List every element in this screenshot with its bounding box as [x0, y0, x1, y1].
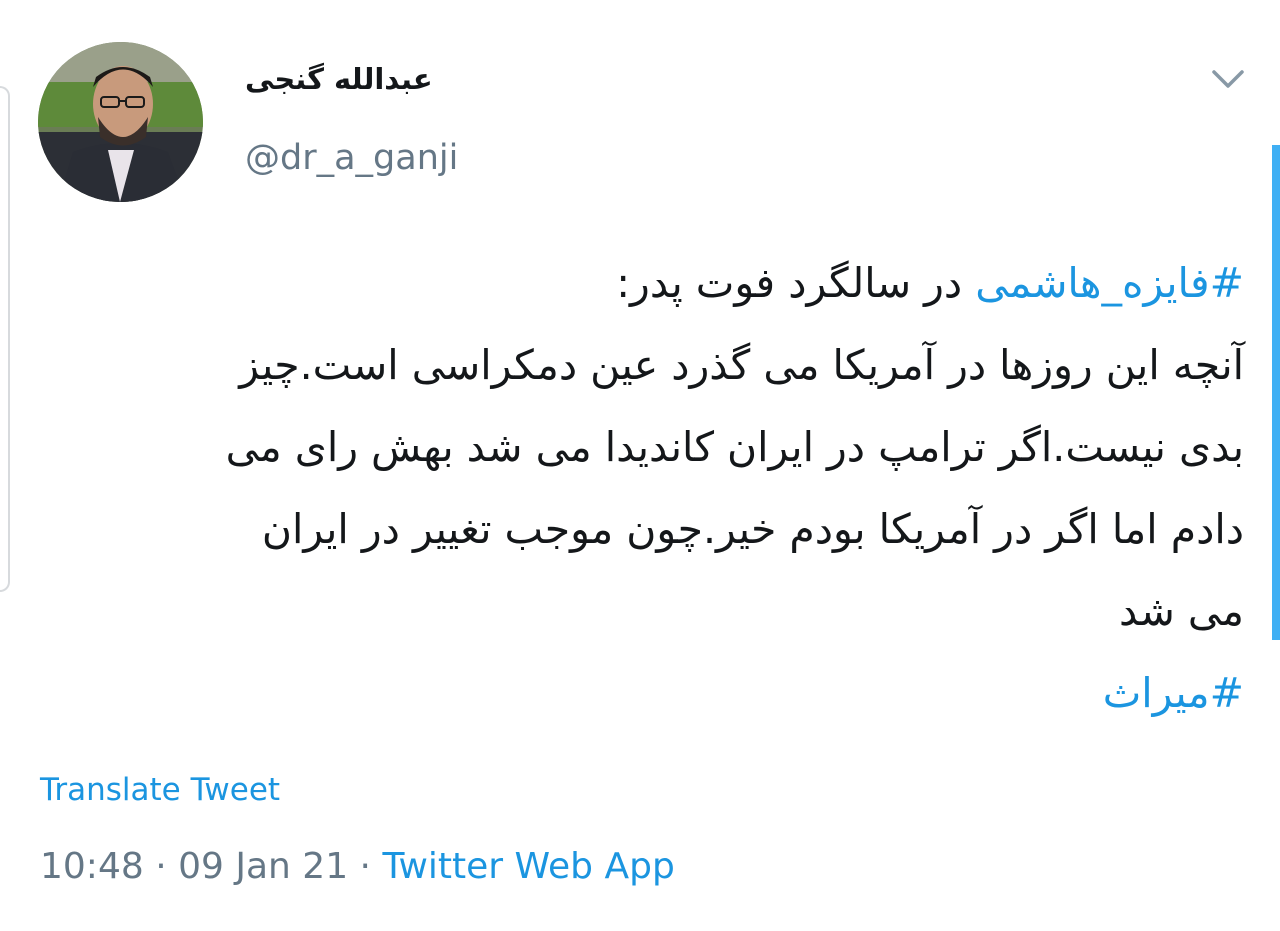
- tweet-text: #فایزه_هاشمی در سالگرد فوت پدر: آنچه این…: [44, 242, 1244, 734]
- meta-separator: ·: [143, 846, 179, 887]
- translate-tweet-link[interactable]: Translate Tweet: [40, 772, 280, 808]
- tweet-time[interactable]: 10:48: [40, 846, 144, 887]
- tweet-line-2: آنچه این روزها در آمریکا می گذرد عین دمک…: [239, 341, 1244, 389]
- tweet-line-4: دادم اما اگر در آمریکا بودم خیر.چون موجب…: [261, 505, 1244, 553]
- tweet-text-segment: در سالگرد فوت پدر:: [616, 259, 976, 307]
- tweet-line-6: #میراث: [44, 652, 1244, 734]
- tweet-meta: 10:48 · 09 Jan 21 · Twitter Web App: [40, 846, 675, 887]
- tweet-source-link[interactable]: Twitter Web App: [382, 846, 674, 887]
- tweet-date[interactable]: 09 Jan 21: [178, 846, 348, 887]
- user-handle[interactable]: @dr_a_ganji: [245, 138, 458, 178]
- hashtag-link[interactable]: #فایزه_هاشمی: [975, 259, 1244, 307]
- display-name[interactable]: عبدالله گنجی: [245, 62, 433, 96]
- meta-separator: ·: [348, 846, 383, 887]
- tweet-card: عبدالله گنجی @dr_a_ganji #فایزه_هاشمی در…: [0, 0, 1280, 931]
- chevron-down-icon[interactable]: [1208, 60, 1248, 100]
- card-edge-left: [0, 86, 10, 592]
- tweet-line-1: #فایزه_هاشمی در سالگرد فوت پدر:: [44, 242, 1244, 324]
- tweet-line-5: می شد: [1118, 587, 1244, 635]
- scrollbar-right[interactable]: [1272, 145, 1280, 640]
- hashtag-link[interactable]: #میراث: [1103, 669, 1244, 717]
- tweet-line-3: بدی نیست.اگر ترامپ در ایران کاندیدا می ش…: [225, 423, 1244, 471]
- avatar[interactable]: [38, 42, 203, 202]
